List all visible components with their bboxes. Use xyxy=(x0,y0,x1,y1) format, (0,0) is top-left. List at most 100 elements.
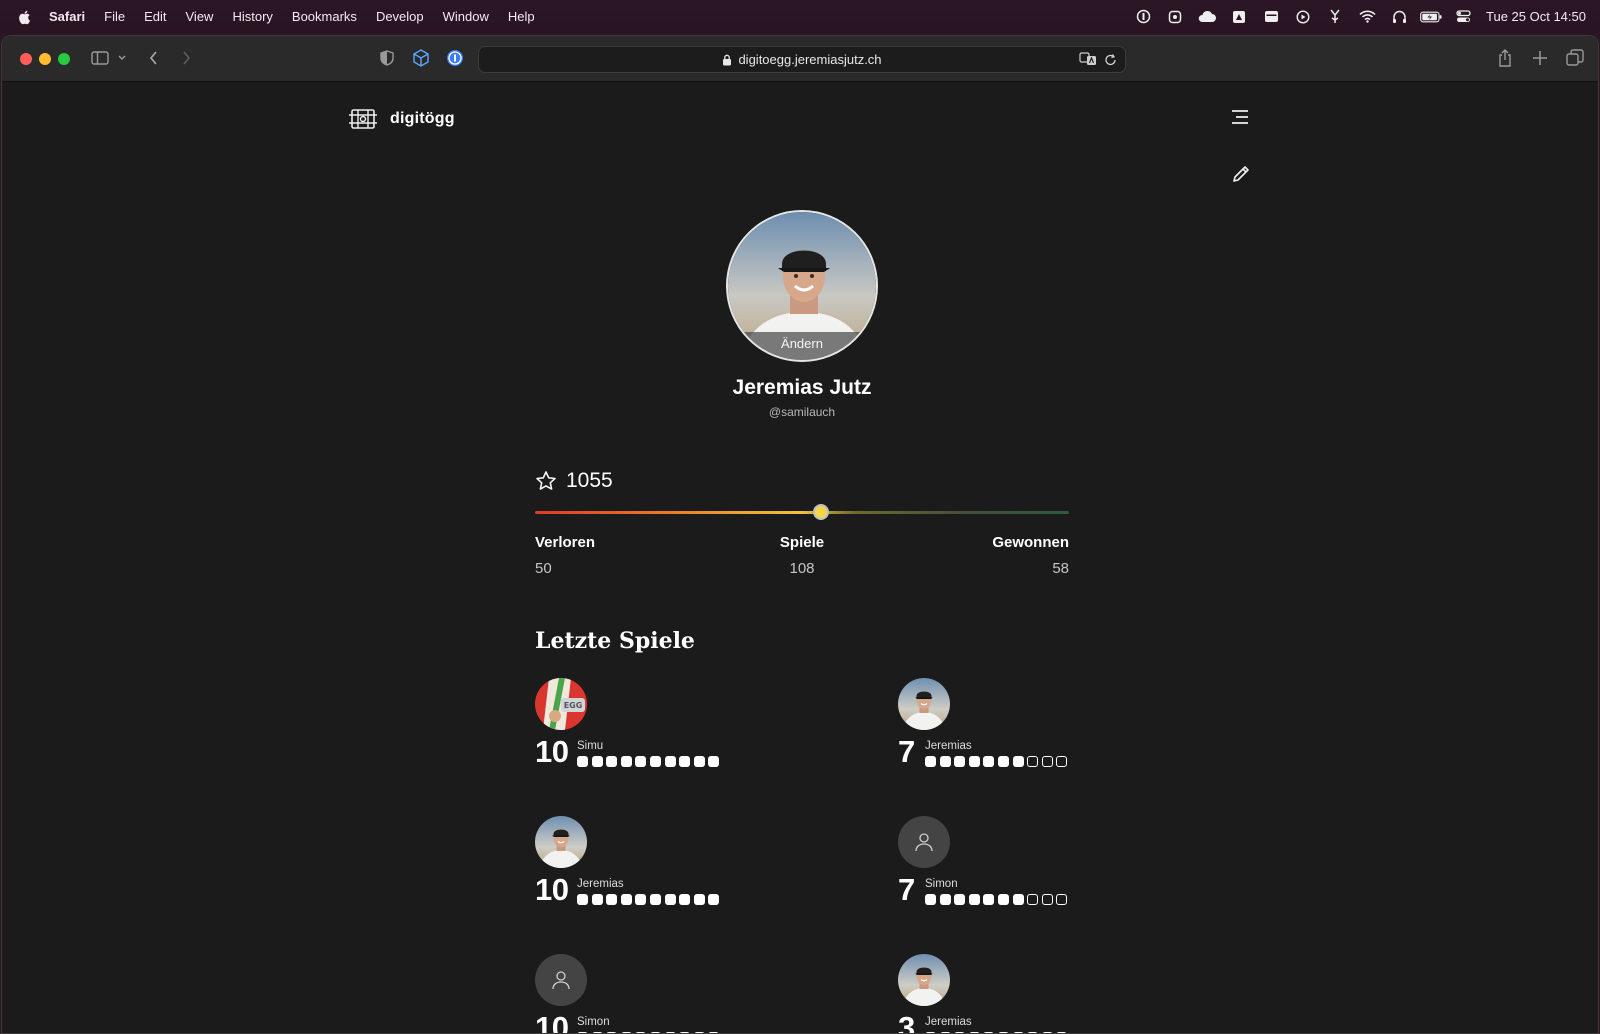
apple-icon[interactable] xyxy=(17,9,33,25)
headphones-icon[interactable] xyxy=(1388,9,1410,25)
menu-window[interactable]: Window xyxy=(443,9,489,24)
star-icon xyxy=(536,471,556,490)
browser-toolbar: digitoegg.jeremiasjutz.ch xyxy=(2,36,1598,82)
score-dots xyxy=(577,756,723,767)
opponent-name: Simon xyxy=(577,1016,610,1028)
goal-dot-filled xyxy=(635,894,647,905)
menu-develop[interactable]: Develop xyxy=(376,9,424,24)
foosball-table-icon xyxy=(349,109,377,129)
game-entry[interactable]: 10 Simon xyxy=(535,954,735,1033)
goal-dot-filled xyxy=(606,756,618,767)
close-window-button[interactable] xyxy=(20,53,32,65)
status-area: Tue 25 Oct 14:50 xyxy=(1122,0,1586,33)
menu-help[interactable]: Help xyxy=(508,9,535,24)
new-tab-icon[interactable] xyxy=(1532,48,1548,68)
stat-lost: Verloren 50 xyxy=(535,534,595,577)
goal-dot-empty xyxy=(1041,756,1053,767)
control-center-icon[interactable] xyxy=(1452,9,1474,25)
play-icon[interactable] xyxy=(1292,9,1314,25)
app-square-icon[interactable] xyxy=(1164,9,1186,25)
privacy-shield-icon[interactable] xyxy=(379,48,395,68)
menu-view[interactable]: View xyxy=(186,9,214,24)
win-loss-bar xyxy=(535,511,1069,514)
game-entry[interactable]: EGG 10 Simu xyxy=(535,678,735,778)
opponent-name: Simu xyxy=(577,740,604,752)
goal-dot-filled xyxy=(925,756,936,767)
chevron-down-icon[interactable] xyxy=(116,48,128,68)
game-score: 10 xyxy=(535,734,569,769)
opponent-avatar[interactable] xyxy=(535,954,587,1006)
wifi-icon[interactable] xyxy=(1356,9,1378,25)
rating: 1055 xyxy=(535,469,613,493)
password-extension-icon[interactable] xyxy=(446,48,464,68)
goal-dot-empty xyxy=(1027,756,1039,767)
opponent-avatar[interactable]: EGG xyxy=(535,678,587,730)
stat-won-value: 58 xyxy=(1052,560,1069,577)
goal-dot-filled xyxy=(635,756,647,767)
url-text[interactable]: digitoegg.jeremiasjutz.ch xyxy=(738,52,881,67)
profile-handle: @samilauch xyxy=(768,405,836,419)
game-entry[interactable]: 7 Simon xyxy=(898,816,1098,916)
opponent-name: Simon xyxy=(925,878,958,890)
drive-icon[interactable] xyxy=(1228,9,1250,25)
game-entry[interactable]: 10 Jeremias xyxy=(535,816,735,916)
address-bar[interactable]: digitoegg.jeremiasjutz.ch xyxy=(478,46,1126,73)
change-avatar-label[interactable]: Ändern xyxy=(728,332,876,360)
menu-edit[interactable]: Edit xyxy=(144,9,166,24)
menu-history[interactable]: History xyxy=(232,9,272,24)
goal-dot-filled xyxy=(679,756,691,767)
extension-cube-icon[interactable] xyxy=(412,48,430,68)
opponent-avatar[interactable] xyxy=(898,678,950,730)
goal-dot-filled xyxy=(708,756,720,767)
goal-dot-filled xyxy=(649,756,661,767)
fork-icon[interactable] xyxy=(1324,9,1346,25)
stat-lost-value: 50 xyxy=(535,560,552,577)
score-dots xyxy=(577,894,723,905)
profile-avatar[interactable]: Ändern xyxy=(726,210,878,362)
goal-dot-filled xyxy=(954,756,966,767)
opponent-avatar[interactable] xyxy=(535,816,587,868)
cloud-icon[interactable] xyxy=(1196,9,1218,25)
menu-file[interactable]: File xyxy=(104,9,125,24)
goal-dot-filled xyxy=(954,894,966,905)
goal-dot-filled xyxy=(983,756,995,767)
goal-dot-filled xyxy=(968,894,980,905)
forward-icon[interactable] xyxy=(179,48,193,68)
goal-dot-filled xyxy=(1012,894,1024,905)
goal-dot-filled xyxy=(693,894,705,905)
goal-dot-empty xyxy=(1027,894,1039,905)
zoom-window-button[interactable] xyxy=(58,53,70,65)
goal-dot-filled xyxy=(1012,756,1024,767)
share-icon[interactable] xyxy=(1497,48,1513,68)
opponent-avatar[interactable] xyxy=(898,954,950,1006)
sidebar-toggle-icon[interactable] xyxy=(90,48,110,68)
menu-bar: Safari File Edit View History Bookmarks … xyxy=(0,0,1600,33)
password-manager-icon[interactable] xyxy=(1132,9,1154,25)
reload-icon[interactable] xyxy=(1104,53,1117,70)
tab-overview-icon[interactable] xyxy=(1566,48,1584,68)
battery-icon[interactable] xyxy=(1420,9,1442,25)
menu-app-safari[interactable]: Safari xyxy=(49,9,85,24)
menu-bookmarks[interactable]: Bookmarks xyxy=(292,9,357,24)
profile-name: Jeremias Jutz xyxy=(732,376,872,399)
game-score: 10 xyxy=(535,872,569,907)
goal-dot-filled xyxy=(591,894,603,905)
goal-dot-filled xyxy=(679,894,691,905)
game-entry[interactable]: 7 Jeremias xyxy=(898,678,1098,778)
opponent-name: Jeremias xyxy=(925,1016,972,1028)
goal-dot-filled xyxy=(664,756,676,767)
back-icon[interactable] xyxy=(147,48,161,68)
goal-dot-filled xyxy=(997,894,1009,905)
menubar-clock[interactable]: Tue 25 Oct 14:50 xyxy=(1486,9,1586,24)
calendar-icon[interactable] xyxy=(1260,9,1282,25)
goal-dot-filled xyxy=(620,756,632,767)
translate-icon[interactable] xyxy=(1079,52,1097,69)
edit-profile-icon[interactable] xyxy=(1231,164,1251,189)
site-logo[interactable]: digitögg xyxy=(349,107,455,131)
minimize-window-button[interactable] xyxy=(39,53,51,65)
goal-dot-empty xyxy=(1056,894,1068,905)
opponent-avatar[interactable] xyxy=(898,816,950,868)
menu-icon[interactable] xyxy=(1231,109,1249,130)
recent-games-title: Letzte Spiele xyxy=(535,628,695,654)
game-entry[interactable]: 3 Jeremias xyxy=(898,954,1098,1033)
